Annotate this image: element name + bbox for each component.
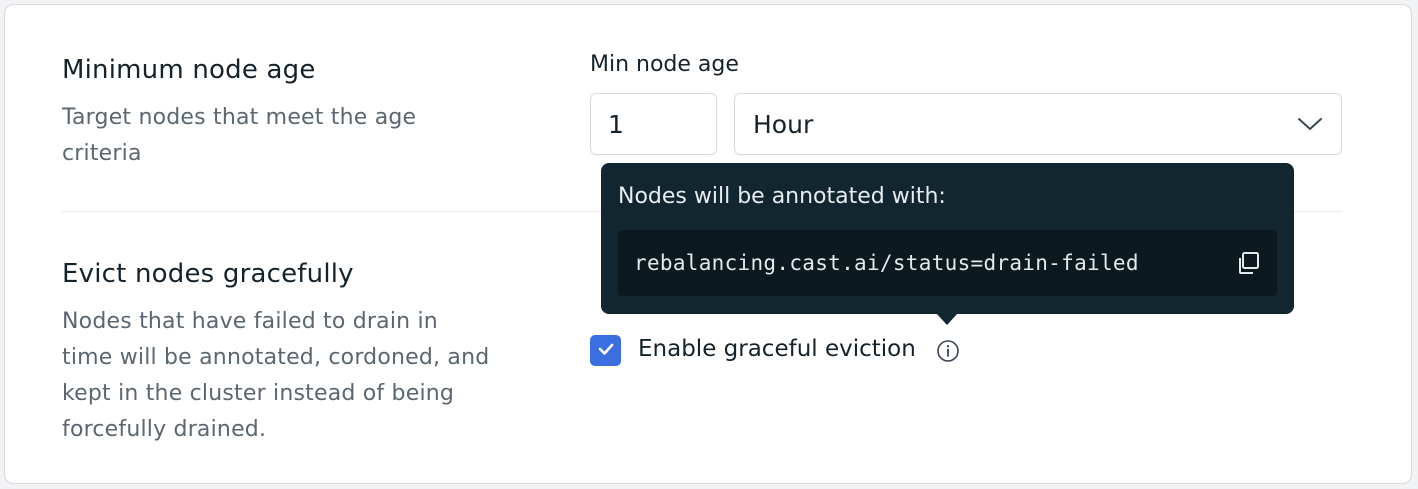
annotation-code: rebalancing.cast.ai/status=drain-failed bbox=[634, 251, 1139, 275]
top-divider bbox=[63, 4, 1341, 5]
min-node-age-input[interactable]: 1 bbox=[590, 93, 717, 155]
min-node-age-value: 1 bbox=[608, 109, 624, 139]
graceful-eviction-label[interactable]: Enable graceful eviction bbox=[638, 336, 916, 362]
evict-nodes-title: Evict nodes gracefully bbox=[62, 259, 354, 289]
age-unit-select[interactable]: Hour bbox=[734, 93, 1342, 155]
chevron-down-icon bbox=[1297, 116, 1323, 132]
min-node-age-label: Min node age bbox=[590, 52, 739, 77]
evict-nodes-description: Nodes that have failed to drain in time … bbox=[62, 309, 490, 442]
info-icon[interactable] bbox=[936, 339, 960, 363]
checkmark-icon bbox=[596, 339, 616, 363]
age-unit-selected: Hour bbox=[753, 109, 814, 139]
min-node-age-description: Target nodes that meet the age criteria bbox=[62, 105, 417, 166]
min-node-age-title: Minimum node age bbox=[62, 55, 316, 85]
graceful-eviction-checkbox[interactable] bbox=[590, 335, 621, 366]
tooltip-arrow bbox=[936, 313, 958, 325]
copy-icon[interactable] bbox=[1235, 250, 1261, 276]
tooltip-title: Nodes will be annotated with: bbox=[618, 184, 946, 209]
annotation-code-block: rebalancing.cast.ai/status=drain-failed bbox=[618, 230, 1277, 296]
settings-card: Minimum node age Target nodes that meet … bbox=[4, 4, 1412, 484]
annotation-tooltip: Nodes will be annotated with: rebalancin… bbox=[601, 163, 1294, 314]
